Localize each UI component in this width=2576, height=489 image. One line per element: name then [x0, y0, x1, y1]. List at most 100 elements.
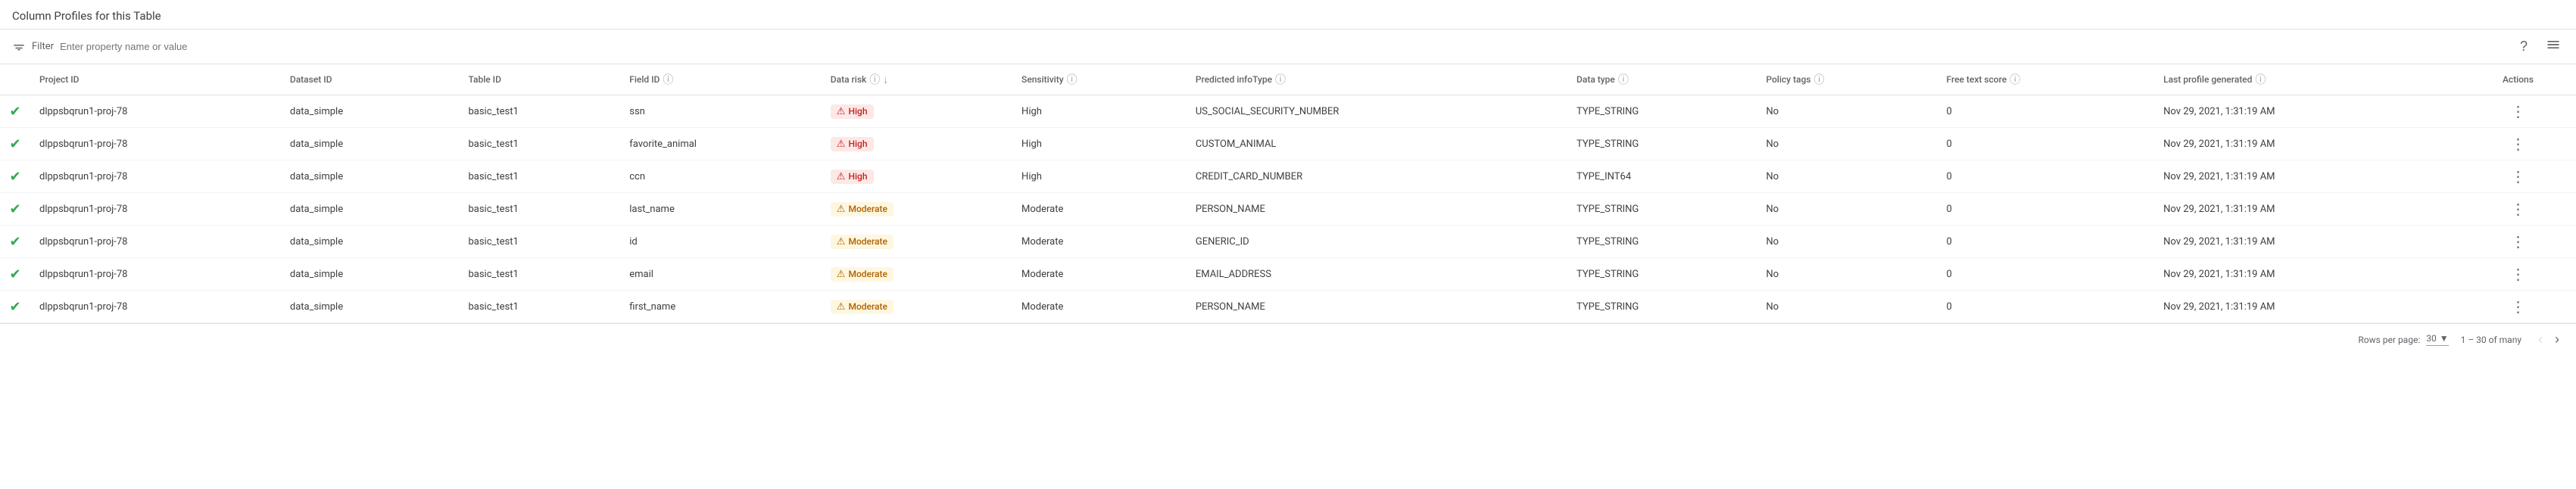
row-data-risk: ⚠ Moderate — [822, 226, 1012, 258]
col-header-data-type: Data type ⓘ — [1567, 64, 1757, 95]
row-status: ✔ — [0, 226, 30, 258]
row-free-text-score: 0 — [1938, 128, 2155, 160]
column-settings-button[interactable] — [2543, 34, 2564, 59]
risk-badge-icon: ⚠ — [837, 139, 846, 150]
row-status: ✔ — [0, 128, 30, 160]
row-data-type: TYPE_INT64 — [1567, 160, 1757, 193]
row-data-risk: ⚠ High — [822, 128, 1012, 160]
table-row: ✔ dlppsbqrun1-proj-78 data_simple basic_… — [0, 193, 2576, 226]
col-header-last-profile-generated: Last profile generated ⓘ — [2154, 64, 2460, 95]
policy-tags-help-icon[interactable]: ⓘ — [1813, 72, 1824, 87]
row-dataset-id: data_simple — [281, 128, 460, 160]
row-actions: ⋮ — [2460, 291, 2576, 323]
actions-menu-button[interactable]: ⋮ — [2469, 200, 2567, 218]
actions-menu-button[interactable]: ⋮ — [2469, 102, 2567, 120]
data-risk-badge: ⚠ High — [831, 170, 874, 184]
row-table-id: basic_test1 — [459, 291, 620, 323]
row-free-text-score: 0 — [1938, 193, 2155, 226]
actions-menu-button[interactable]: ⋮ — [2469, 135, 2567, 153]
data-type-help-icon[interactable]: ⓘ — [1618, 72, 1629, 87]
row-predicted-infotype: CREDIT_CARD_NUMBER — [1187, 160, 1567, 193]
status-check-icon: ✔ — [9, 104, 20, 120]
row-free-text-score: 0 — [1938, 226, 2155, 258]
rows-per-page-value: 30 — [2426, 333, 2437, 344]
row-last-profile-generated: Nov 29, 2021, 1:31:19 AM — [2154, 258, 2460, 291]
col-header-table-id: Table ID — [459, 64, 620, 95]
row-data-type: TYPE_STRING — [1567, 291, 1757, 323]
filter-input[interactable] — [60, 41, 2511, 52]
row-project-id: dlppsbqrun1-proj-78 — [30, 128, 281, 160]
next-page-button[interactable]: › — [2550, 330, 2564, 349]
row-field-id: id — [620, 226, 822, 258]
row-status: ✔ — [0, 291, 30, 323]
actions-menu-button[interactable]: ⋮ — [2469, 167, 2567, 185]
row-last-profile-generated: Nov 29, 2021, 1:31:19 AM — [2154, 193, 2460, 226]
row-actions: ⋮ — [2460, 160, 2576, 193]
row-table-id: basic_test1 — [459, 193, 620, 226]
row-field-id: ssn — [620, 95, 822, 128]
actions-menu-button[interactable]: ⋮ — [2469, 232, 2567, 251]
row-data-type: TYPE_STRING — [1567, 128, 1757, 160]
actions-menu-button[interactable]: ⋮ — [2469, 265, 2567, 283]
row-actions: ⋮ — [2460, 128, 2576, 160]
col-header-field-id: Field ID ⓘ — [620, 64, 822, 95]
row-status: ✔ — [0, 160, 30, 193]
pagination-nav: ‹ › — [2534, 330, 2564, 349]
row-policy-tags: No — [1757, 95, 1937, 128]
row-table-id: basic_test1 — [459, 258, 620, 291]
row-last-profile-generated: Nov 29, 2021, 1:31:19 AM — [2154, 95, 2460, 128]
row-sensitivity: Moderate — [1012, 193, 1187, 226]
row-predicted-infotype: GENERIC_ID — [1187, 226, 1567, 258]
data-risk-help-icon[interactable]: ⓘ — [869, 72, 880, 87]
status-check-icon: ✔ — [9, 169, 20, 185]
row-data-risk: ⚠ Moderate — [822, 258, 1012, 291]
table-row: ✔ dlppsbqrun1-proj-78 data_simple basic_… — [0, 226, 2576, 258]
chevron-left-icon: ‹ — [2538, 332, 2543, 347]
table-container: Project ID Dataset ID Table ID Field ID … — [0, 64, 2576, 323]
row-status: ✔ — [0, 95, 30, 128]
actions-menu-button[interactable]: ⋮ — [2469, 297, 2567, 316]
col-header-dataset-id: Dataset ID — [281, 64, 460, 95]
row-project-id: dlppsbqrun1-proj-78 — [30, 193, 281, 226]
row-free-text-score: 0 — [1938, 95, 2155, 128]
table-header-row: Project ID Dataset ID Table ID Field ID … — [0, 64, 2576, 95]
row-project-id: dlppsbqrun1-proj-78 — [30, 95, 281, 128]
data-risk-badge: ⚠ Moderate — [831, 300, 893, 314]
sensitivity-help-icon[interactable]: ⓘ — [1067, 72, 1077, 87]
data-risk-badge: ⚠ High — [831, 104, 874, 119]
row-policy-tags: No — [1757, 128, 1937, 160]
row-project-id: dlppsbqrun1-proj-78 — [30, 291, 281, 323]
data-risk-sort-icon[interactable]: ↓ — [883, 73, 888, 86]
row-data-type: TYPE_STRING — [1567, 95, 1757, 128]
row-dataset-id: data_simple — [281, 160, 460, 193]
row-policy-tags: No — [1757, 291, 1937, 323]
row-last-profile-generated: Nov 29, 2021, 1:31:19 AM — [2154, 160, 2460, 193]
prev-page-button[interactable]: ‹ — [2534, 330, 2547, 349]
filter-label: Filter — [32, 41, 54, 52]
profiles-table: Project ID Dataset ID Table ID Field ID … — [0, 64, 2576, 323]
status-check-icon: ✔ — [9, 136, 20, 152]
last-profile-help-icon[interactable]: ⓘ — [2255, 72, 2266, 87]
status-check-icon: ✔ — [9, 234, 20, 250]
predicted-infotype-help-icon[interactable]: ⓘ — [1275, 72, 1286, 87]
row-actions: ⋮ — [2460, 226, 2576, 258]
help-button[interactable]: ? — [2517, 36, 2531, 58]
free-text-score-help-icon[interactable]: ⓘ — [2010, 72, 2020, 87]
row-predicted-infotype: EMAIL_ADDRESS — [1187, 258, 1567, 291]
col-header-sensitivity: Sensitivity ⓘ — [1012, 64, 1187, 95]
page-title: Column Profiles for this Table — [0, 0, 2576, 29]
rows-per-page-label: Rows per page: — [2358, 335, 2420, 345]
status-check-icon: ✔ — [9, 266, 20, 282]
risk-badge-icon: ⚠ — [837, 269, 846, 280]
row-field-id: favorite_animal — [620, 128, 822, 160]
pagination-range: 1 – 30 of many — [2461, 335, 2521, 345]
table-row: ✔ dlppsbqrun1-proj-78 data_simple basic_… — [0, 291, 2576, 323]
rows-per-page-select[interactable]: 30 ▼ — [2426, 333, 2448, 346]
col-header-policy-tags: Policy tags ⓘ — [1757, 64, 1937, 95]
row-field-id: last_name — [620, 193, 822, 226]
row-data-type: TYPE_STRING — [1567, 193, 1757, 226]
row-policy-tags: No — [1757, 226, 1937, 258]
col-header-project-id: Project ID — [30, 64, 281, 95]
filter-icon — [12, 40, 26, 54]
field-id-help-icon[interactable]: ⓘ — [663, 72, 673, 87]
